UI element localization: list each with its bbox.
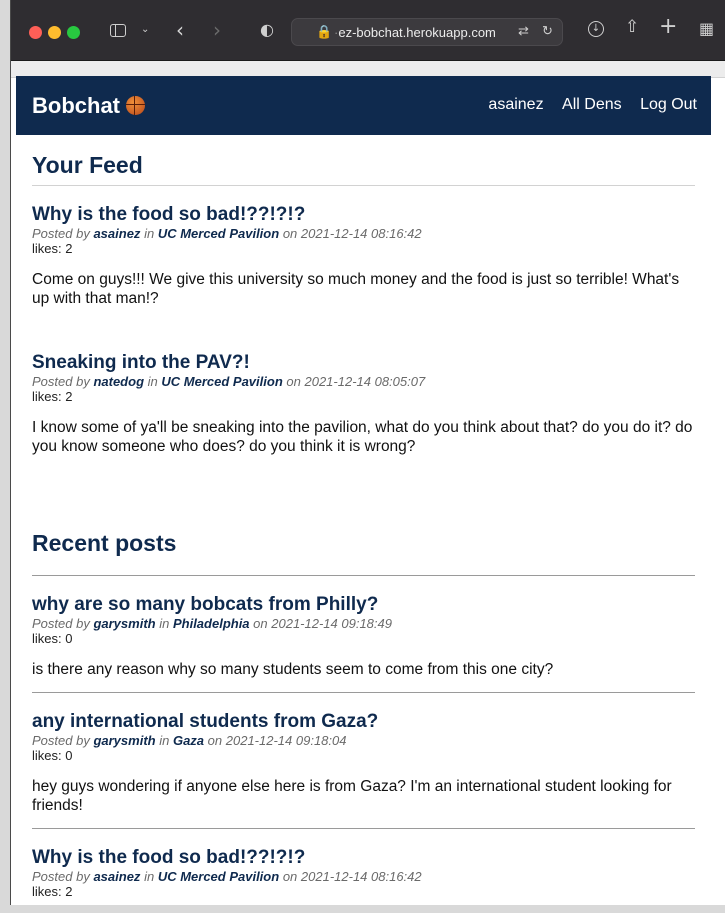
post-date: 2021-12-14 08:05:07 (304, 374, 426, 389)
recent-post: any international students from Gaza? Po… (32, 693, 695, 829)
post-author[interactable]: garysmith (93, 733, 155, 748)
post-date: 2021-12-14 09:18:04 (225, 733, 347, 748)
post-meta: Posted by asainez in UC Merced Pavilion … (32, 869, 422, 884)
lock-icon: 🔒 (316, 24, 333, 39)
post-meta: Posted by garysmith in Philadelphia on 2… (32, 616, 392, 631)
post-meta: Posted by garysmith in Gaza on 2021-12-1… (32, 733, 347, 748)
share-icon[interactable]: ⇧ (625, 17, 639, 37)
feed-post: Why is the food so bad!??!?!? Posted by … (32, 186, 695, 334)
post-body: hey guys wondering if anyone else here i… (32, 778, 672, 814)
post-body: is there any reason why so many students… (32, 661, 554, 678)
post-author[interactable]: asainez (93, 869, 140, 884)
minimize-window-button[interactable] (48, 26, 61, 39)
download-icon[interactable]: ↓ (588, 21, 604, 37)
post-author[interactable]: natedog (93, 374, 144, 389)
post-title[interactable]: Why is the food so bad!??!?!? (32, 847, 695, 869)
post-likes: likes: 0 (32, 631, 73, 646)
post-likes: likes: 2 (32, 389, 73, 404)
post-den[interactable]: UC Merced Pavilion (161, 374, 282, 389)
sidebar-icon[interactable] (110, 24, 126, 37)
post-den[interactable]: Gaza (173, 733, 204, 748)
tab-overview-icon[interactable]: ▦ (699, 19, 714, 38)
recent-posts-title: Recent posts (32, 530, 695, 576)
browser-toolbar: ⌄ ‹ › ◐ 🔒 ·ez-bobchat.herokuapp.com ⇄ ↻ … (11, 0, 725, 61)
post-body: I know some of ya'll be sneaking into th… (32, 419, 693, 455)
forward-icon[interactable]: › (213, 18, 221, 42)
post-likes: likes: 2 (32, 241, 73, 256)
back-icon[interactable]: ‹ (176, 18, 184, 42)
nav-link-all-dens[interactable]: All Dens (562, 96, 622, 113)
translate-icon[interactable]: ⇄ (518, 23, 529, 39)
post-date: 2021-12-14 08:16:42 (300, 226, 422, 241)
brand-link[interactable]: Bobchat (32, 93, 145, 119)
main-content: Your Feed Why is the food so bad!??!?!? … (16, 135, 711, 913)
reload-icon[interactable]: ↻ (542, 23, 553, 39)
recent-post: Why is the food so bad!??!?!? Posted by … (32, 829, 695, 913)
recent-post: why are so many bobcats from Philly? Pos… (32, 576, 695, 693)
post-den[interactable]: Philadelphia (173, 616, 250, 631)
feed-title: Your Feed (32, 135, 695, 186)
post-date: 2021-12-14 08:16:42 (300, 869, 422, 884)
post-author[interactable]: asainez (93, 226, 140, 241)
close-window-button[interactable] (29, 26, 42, 39)
new-tab-icon[interactable]: + (659, 14, 677, 39)
post-author[interactable]: garysmith (93, 616, 155, 631)
post-likes: likes: 2 (32, 884, 73, 899)
post-den[interactable]: UC Merced Pavilion (158, 226, 279, 241)
address-bar[interactable]: 🔒 ·ez-bobchat.herokuapp.com ⇄ ↻ (291, 18, 563, 46)
post-likes: likes: 0 (32, 748, 73, 763)
post-title[interactable]: Sneaking into the PAV?! (32, 352, 695, 374)
post-meta: Posted by asainez in UC Merced Pavilion … (32, 226, 422, 241)
post-date: 2021-12-14 09:18:49 (271, 616, 392, 631)
shield-icon[interactable]: ◐ (260, 20, 274, 39)
post-title[interactable]: Why is the food so bad!??!?!? (32, 204, 695, 226)
post-title[interactable]: any international students from Gaza? (32, 711, 695, 733)
site: Bobchat asainez All Dens Log Out Your Fe… (16, 76, 711, 913)
zoom-window-button[interactable] (67, 26, 80, 39)
basketball-icon (126, 96, 145, 115)
post-den[interactable]: UC Merced Pavilion (158, 869, 279, 884)
post-title[interactable]: why are so many bobcats from Philly? (32, 594, 695, 616)
chevron-down-icon[interactable]: ⌄ (141, 24, 149, 35)
navbar: Bobchat asainez All Dens Log Out (16, 76, 711, 135)
feed-post: Sneaking into the PAV?! Posted by natedo… (32, 334, 695, 482)
nav-link-profile[interactable]: asainez (488, 96, 543, 113)
nav-links: asainez All Dens Log Out (474, 96, 697, 114)
post-meta: Posted by natedog in UC Merced Pavilion … (32, 374, 426, 389)
nav-link-log-out[interactable]: Log Out (640, 96, 697, 113)
post-body: Come on guys!!! We give this university … (32, 271, 680, 307)
url-text[interactable]: ·ez-bobchat.herokuapp.com (334, 25, 496, 40)
